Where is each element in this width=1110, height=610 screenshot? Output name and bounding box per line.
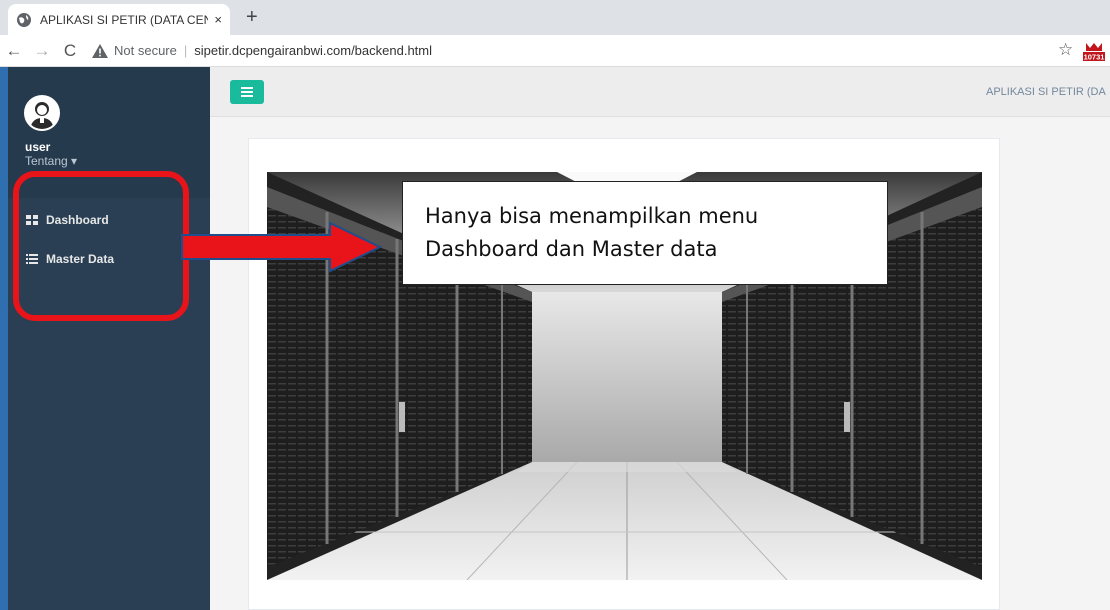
menu-toggle-button[interactable]	[230, 80, 264, 104]
red-arrow	[180, 221, 385, 278]
browser-tab-strip: APLIKASI SI PETIR (DATA CENTER × +	[0, 0, 1110, 35]
not-secure-label[interactable]: Not secure	[114, 43, 177, 58]
tab-title: APLIKASI SI PETIR (DATA CENTER	[40, 12, 209, 27]
sidebar: user Tentang ▾ Dashboard Master Data	[0, 67, 210, 610]
tab-close-icon[interactable]: ×	[214, 12, 222, 27]
sidebar-edge	[0, 67, 8, 610]
extension-icon[interactable]: 10731	[1083, 42, 1105, 62]
callout-line-2: Dashboard dan Master data	[425, 237, 718, 261]
globe-icon	[16, 12, 32, 28]
address-bar: ← → C Not secure | sipetir.dcpengairanbw…	[0, 35, 1110, 67]
browser-tab[interactable]: APLIKASI SI PETIR (DATA CENTER ×	[8, 4, 230, 35]
url-separator: |	[183, 43, 188, 58]
hamburger-icon	[241, 87, 253, 97]
omnibox[interactable]: Not secure | sipetir.dcpengairanbwi.com/…	[92, 38, 432, 64]
app-title: APLIKASI SI PETIR (DA	[986, 86, 1106, 98]
callout-line-1: Hanya bisa menampilkan menu	[425, 204, 759, 228]
reload-button[interactable]: C	[56, 41, 84, 61]
extension-badge: 10731	[1084, 53, 1105, 62]
back-button[interactable]: ←	[0, 41, 28, 61]
warning-icon	[92, 43, 108, 58]
forward-button[interactable]: →	[28, 41, 56, 61]
new-tab-button[interactable]: +	[246, 6, 258, 29]
top-navbar: APLIKASI SI PETIR (DA	[210, 67, 1110, 117]
annotation-callout: Hanya bisa menampilkan menu Dashboard da…	[402, 181, 888, 285]
url-text[interactable]: sipetir.dcpengairanbwi.com/backend.html	[194, 43, 432, 58]
user-avatar	[24, 95, 60, 131]
menu-highlight-box	[13, 171, 189, 321]
username: user	[25, 140, 51, 154]
profile-dropdown[interactable]: Tentang ▾	[25, 154, 77, 168]
bookmark-star-icon[interactable]: ☆	[1058, 40, 1073, 60]
